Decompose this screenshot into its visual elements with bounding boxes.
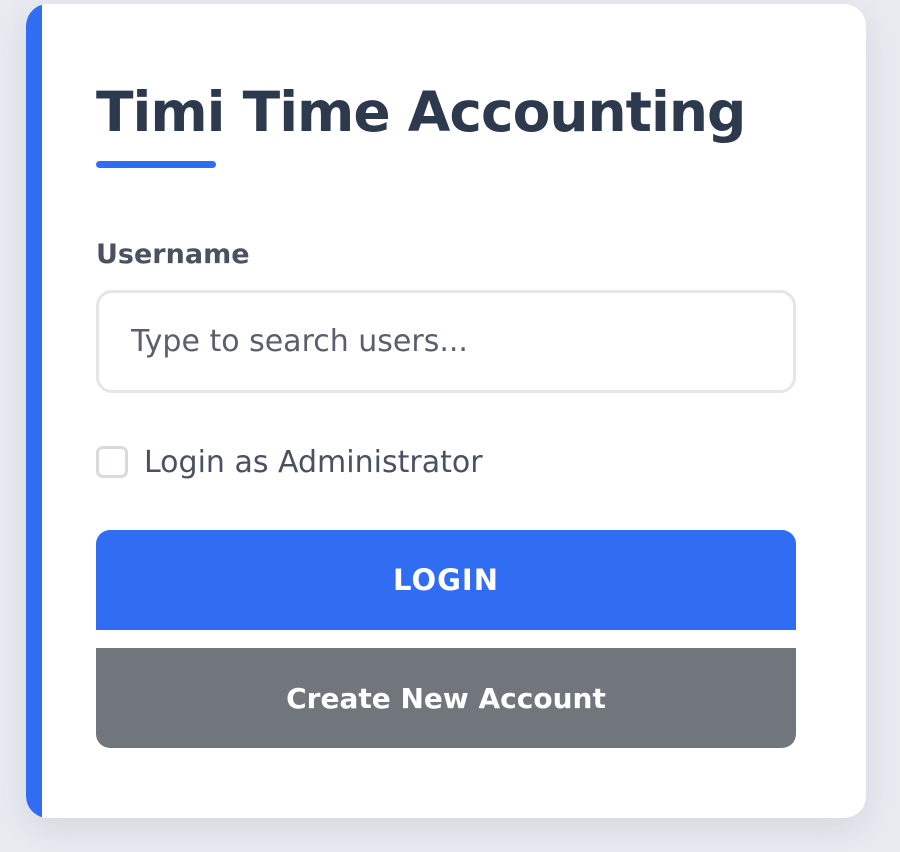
title-underline <box>96 161 216 168</box>
admin-checkbox-label[interactable]: Login as Administrator <box>144 445 483 480</box>
username-input[interactable] <box>96 290 796 393</box>
login-card: Timi Time Accounting Username Login as A… <box>26 4 866 818</box>
card-accent-bar <box>26 4 42 818</box>
username-label: Username <box>96 239 250 270</box>
admin-login-option[interactable]: Login as Administrator <box>96 438 483 486</box>
app-title: Timi Time Accounting <box>96 80 746 144</box>
create-account-button[interactable]: Create New Account <box>96 648 796 748</box>
login-button[interactable]: LOGIN <box>96 530 796 630</box>
admin-checkbox[interactable] <box>96 446 128 478</box>
